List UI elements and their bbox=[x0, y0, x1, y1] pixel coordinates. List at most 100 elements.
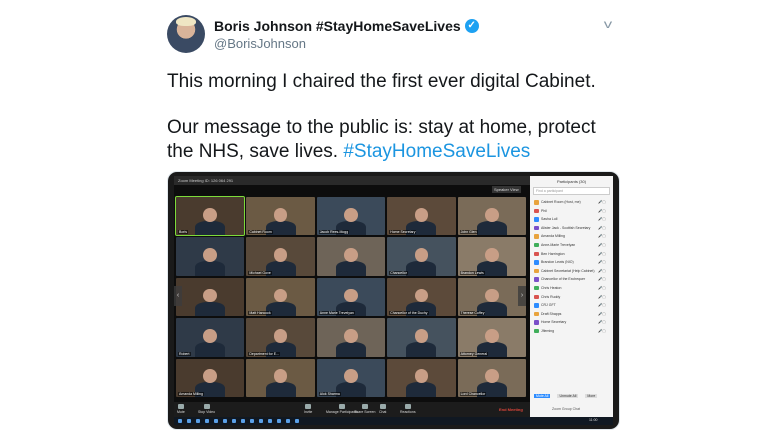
video-tile bbox=[246, 358, 315, 397]
video-tile: Anne Marie Trevelyan bbox=[316, 277, 386, 317]
participant-body bbox=[195, 261, 226, 276]
mic-camera-icon: 🎤▢ bbox=[598, 277, 606, 282]
video-tile-name: Cabinet Room bbox=[248, 230, 273, 235]
video-tile: Robert bbox=[176, 318, 245, 357]
participant-row: Ben Harrington 🎤▢ bbox=[530, 250, 613, 259]
toolbar-item: Invite bbox=[304, 404, 312, 414]
mic-camera-icon: 🎤▢ bbox=[598, 328, 606, 333]
participant-avatar bbox=[534, 251, 539, 257]
taskbar-app-icon bbox=[241, 419, 245, 423]
video-tile bbox=[316, 318, 386, 357]
participant-face bbox=[414, 207, 429, 222]
video-tile bbox=[176, 237, 245, 276]
video-tile: Lord Chancellor bbox=[457, 358, 526, 397]
participant-row: Phil 🎤▢ bbox=[530, 207, 613, 216]
toolbar-item: Stop Video bbox=[198, 404, 215, 414]
toolbar-icon bbox=[177, 404, 184, 409]
zoom-group-chat: Zoom Group Chat bbox=[552, 407, 581, 411]
toolbar-icon bbox=[338, 404, 345, 409]
participant-row: Chris Ruddy 🎤▢ bbox=[530, 293, 613, 302]
participant-avatar bbox=[534, 285, 539, 291]
video-tile: Chancellor of the Duchy bbox=[387, 277, 456, 317]
toolbar-label: Mute bbox=[177, 410, 185, 414]
participant-body bbox=[476, 220, 507, 236]
participant-avatar bbox=[534, 200, 539, 205]
video-tile bbox=[387, 358, 456, 397]
mic-camera-icon: 🎤▢ bbox=[598, 303, 606, 308]
toolbar-item: Reactions bbox=[400, 404, 416, 414]
participant-face bbox=[273, 207, 288, 222]
participant-avatar bbox=[534, 328, 539, 334]
video-tile: John Glen bbox=[457, 197, 526, 236]
participant-name: Ben Harrington bbox=[541, 251, 565, 256]
mic-camera-icon: 🎤▢ bbox=[598, 285, 606, 290]
participant-avatar bbox=[534, 277, 539, 282]
participant-face bbox=[273, 328, 288, 343]
participant-face bbox=[344, 328, 358, 343]
taskbar-clock: 11:00 bbox=[589, 418, 598, 422]
taskbar-app-icon bbox=[196, 419, 200, 423]
avatar[interactable] bbox=[167, 15, 205, 53]
participant-face bbox=[484, 369, 499, 384]
taskbar-app-icon bbox=[250, 419, 254, 423]
video-gallery: Boris Cabinet Room Jacob Rees-Mogg Home Sec… bbox=[174, 195, 526, 397]
video-tile-name: Robert bbox=[178, 351, 191, 356]
participant-actions: Mute All Unmute All More bbox=[534, 394, 610, 398]
taskbar-app-icon bbox=[178, 419, 182, 423]
participant-face bbox=[344, 207, 358, 222]
participant-face bbox=[203, 207, 218, 222]
participant-name: Phil bbox=[541, 208, 547, 213]
participant-avatar bbox=[534, 208, 539, 214]
toolbar-icon bbox=[305, 404, 312, 409]
participant-face bbox=[203, 288, 218, 303]
video-tile: Matt Hancock bbox=[246, 277, 315, 317]
video-tile-name: Michael Gove bbox=[248, 270, 272, 275]
panel-button: Unmute All bbox=[557, 394, 579, 398]
toolbar-label: Reactions bbox=[400, 410, 416, 414]
video-tile-name: Attorney General bbox=[459, 351, 489, 356]
video-tile-name: Boris bbox=[178, 230, 188, 235]
toolbar-icon bbox=[404, 404, 411, 409]
participant-face bbox=[414, 328, 429, 343]
participant-row: CRJ GFT 🎤▢ bbox=[530, 301, 613, 310]
participant-name: Alister Jack - Scottish Secretary bbox=[541, 225, 591, 230]
participant-face bbox=[203, 369, 218, 384]
display-name[interactable]: Boris Johnson #StayHomeSaveLives bbox=[214, 18, 461, 34]
participant-name: Jfleming bbox=[541, 328, 555, 333]
participant-avatar bbox=[534, 260, 539, 265]
taskbar-app-icon bbox=[187, 419, 191, 423]
video-tile: Jacob Rees-Mogg bbox=[316, 197, 386, 236]
participant-name: Anne-Marie Trevelyan bbox=[541, 242, 576, 247]
toolbar-label: Share Screen bbox=[354, 410, 376, 414]
participant-row: Brandon Lewis (NIO) 🎤▢ bbox=[530, 258, 613, 267]
hashtag-link[interactable]: #StayHomeSaveLives bbox=[343, 141, 530, 162]
participant-face bbox=[344, 369, 358, 384]
taskbar-app-icon bbox=[286, 419, 290, 423]
user-handle[interactable]: @BorisJohnson bbox=[214, 36, 306, 51]
participant-row: Amanda Milling 🎤▢ bbox=[530, 232, 613, 241]
participant-face bbox=[414, 369, 429, 384]
participant-name: Chris Heaton bbox=[541, 285, 562, 290]
participant-name: Sasha Lull bbox=[541, 217, 558, 222]
chevron-left-icon: ‹ bbox=[174, 286, 182, 306]
mic-camera-icon: 🎤▢ bbox=[598, 242, 606, 247]
tweet-photo[interactable]: Zoom Meeting ID: 126 064 291 Speaker Vie… bbox=[167, 171, 620, 430]
video-tile: Alok Sharma bbox=[316, 358, 386, 397]
taskbar-app-icon bbox=[259, 419, 263, 423]
participant-row: Sasha Lull 🎤▢ bbox=[530, 215, 613, 224]
chevron-down-icon[interactable]: v bbox=[604, 17, 612, 31]
participant-name: Cabinet Secretariat (Help Cabinet) bbox=[541, 268, 595, 273]
participant-body bbox=[195, 341, 226, 357]
video-tile-name: Matt Hancock bbox=[248, 311, 272, 316]
participant-face bbox=[414, 288, 429, 303]
video-tile: Michael Gove bbox=[246, 237, 315, 276]
participant-name: Draft Shapps bbox=[541, 311, 562, 316]
mic-camera-icon: 🎤▢ bbox=[598, 200, 606, 204]
mic-camera-icon: 🎤▢ bbox=[598, 294, 606, 299]
mic-camera-icon: 🎤▢ bbox=[598, 217, 606, 222]
participant-name: Cabinet Room (Host, me) bbox=[541, 200, 581, 204]
participant-face bbox=[273, 248, 288, 262]
laptop-screen: Zoom Meeting ID: 126 064 291 Speaker Vie… bbox=[174, 176, 613, 425]
mic-camera-icon: 🎤▢ bbox=[598, 268, 606, 273]
video-tile: Home Secretary bbox=[387, 197, 456, 236]
